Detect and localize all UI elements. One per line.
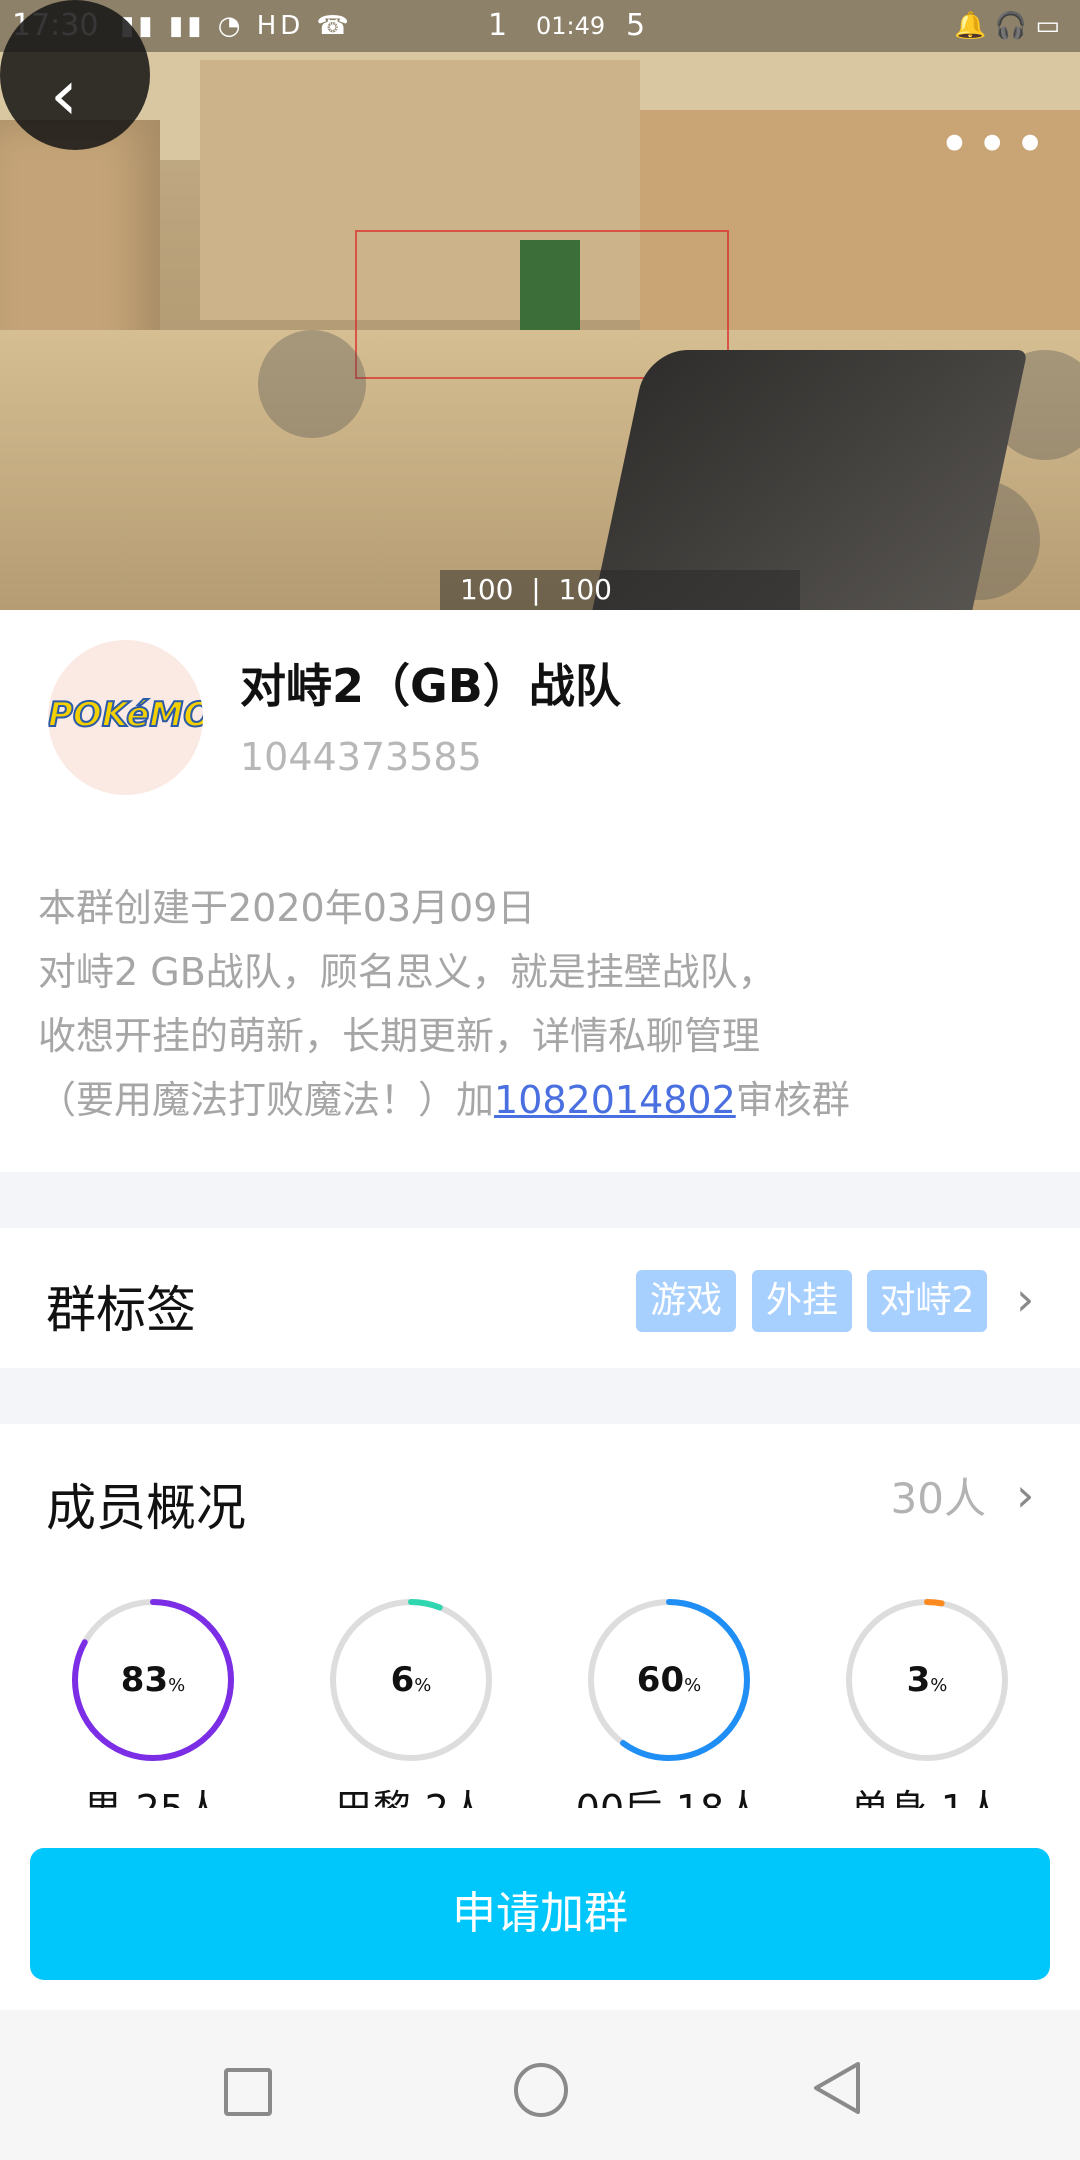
stat-gender[interactable]: 83% bbox=[68, 1595, 238, 1765]
avatar-logo: POKéMON bbox=[48, 694, 203, 736]
hud-health-bar: 100 | 100 bbox=[440, 570, 800, 610]
status-clock-small: 01:49 bbox=[536, 12, 606, 40]
home-icon[interactable] bbox=[514, 2063, 568, 2117]
member-count[interactable]: 30人 bbox=[891, 1465, 986, 1526]
stat-age[interactable]: 60% bbox=[584, 1595, 754, 1765]
status-count: 5 bbox=[626, 8, 646, 43]
members-title: 成员概况 bbox=[46, 1479, 246, 1537]
signal-icons: ▮▮ ▮▮ ◔ HD ☎ bbox=[120, 11, 353, 41]
stat-label-single: 单身-1人 bbox=[797, 1778, 1057, 1808]
shop-icon bbox=[258, 330, 366, 438]
group-id: 1044373585 bbox=[240, 735, 482, 779]
back-chevron-icon: ‹ bbox=[50, 54, 78, 136]
group-description: 本群创建于2020年03月09日 对峙2 GB战队，顾名思义，就是挂壁战队， 收… bbox=[38, 876, 1048, 1132]
hud-armor: 100 bbox=[558, 573, 612, 606]
group-avatar[interactable]: POKéMON bbox=[48, 640, 203, 795]
desc-line-4-prefix: （要用魔法打败魔法！）加 bbox=[38, 1078, 495, 1122]
status-bar: 17:30 ▮▮ ▮▮ ◔ HD ☎ 1 01:49 5 🔔 🎧 ▭ bbox=[0, 0, 1080, 52]
desc-line-4-suffix: 审核群 bbox=[735, 1078, 850, 1122]
status-badge: 1 bbox=[488, 8, 508, 43]
group-cover-image: 100 | 100 bbox=[0, 0, 1080, 610]
desc-line-3: 收想开挂的萌新，长期更新，详情私聊管理 bbox=[38, 1014, 761, 1058]
stat-percent: 3% bbox=[906, 1660, 948, 1700]
stat-label-age: 00后-18人 bbox=[539, 1778, 799, 1808]
stat-single[interactable]: 3% bbox=[842, 1595, 1012, 1765]
tag-game[interactable]: 游戏 bbox=[636, 1270, 736, 1332]
hud-health: 100 bbox=[460, 573, 514, 606]
tags-title: 群标签 bbox=[46, 1281, 196, 1339]
desc-line-2: 对峙2 GB战队，顾名思义，就是挂壁战队， bbox=[38, 950, 776, 994]
desc-line-4: （要用魔法打败魔法！）加1082014802审核群 bbox=[38, 1068, 1048, 1132]
section-divider bbox=[0, 1172, 1080, 1228]
tag-game-title[interactable]: 对峙2 bbox=[867, 1270, 987, 1332]
tag-cheat[interactable]: 外挂 bbox=[752, 1270, 852, 1332]
group-id-link[interactable]: 1082014802 bbox=[494, 1078, 736, 1122]
join-group-button[interactable]: 申请加群 bbox=[30, 1848, 1050, 1980]
tags-chevron-icon[interactable]: › bbox=[1016, 1272, 1034, 1326]
stat-percent: 83% bbox=[120, 1660, 186, 1700]
stat-percent: 6% bbox=[390, 1660, 432, 1700]
members-chevron-icon[interactable]: › bbox=[1016, 1468, 1034, 1522]
stat-location[interactable]: 6% bbox=[326, 1595, 496, 1765]
group-name: 对峙2（GB）战队 bbox=[240, 659, 621, 713]
nav-back-icon[interactable] bbox=[812, 2060, 862, 2116]
desc-line-1: 本群创建于2020年03月09日 bbox=[38, 886, 536, 930]
more-dots-icon[interactable]: ••• bbox=[938, 118, 1052, 172]
stat-percent: 60% bbox=[636, 1660, 702, 1700]
recent-apps-icon[interactable] bbox=[224, 2068, 272, 2116]
battery-icon: 🔔 🎧 ▭ bbox=[954, 11, 1060, 41]
stat-label-location: 巴黎-2人 bbox=[281, 1778, 541, 1808]
section-divider bbox=[0, 1368, 1080, 1424]
back-button[interactable]: ‹ bbox=[0, 0, 150, 150]
stat-label-gender: 男-25人 bbox=[23, 1778, 283, 1808]
